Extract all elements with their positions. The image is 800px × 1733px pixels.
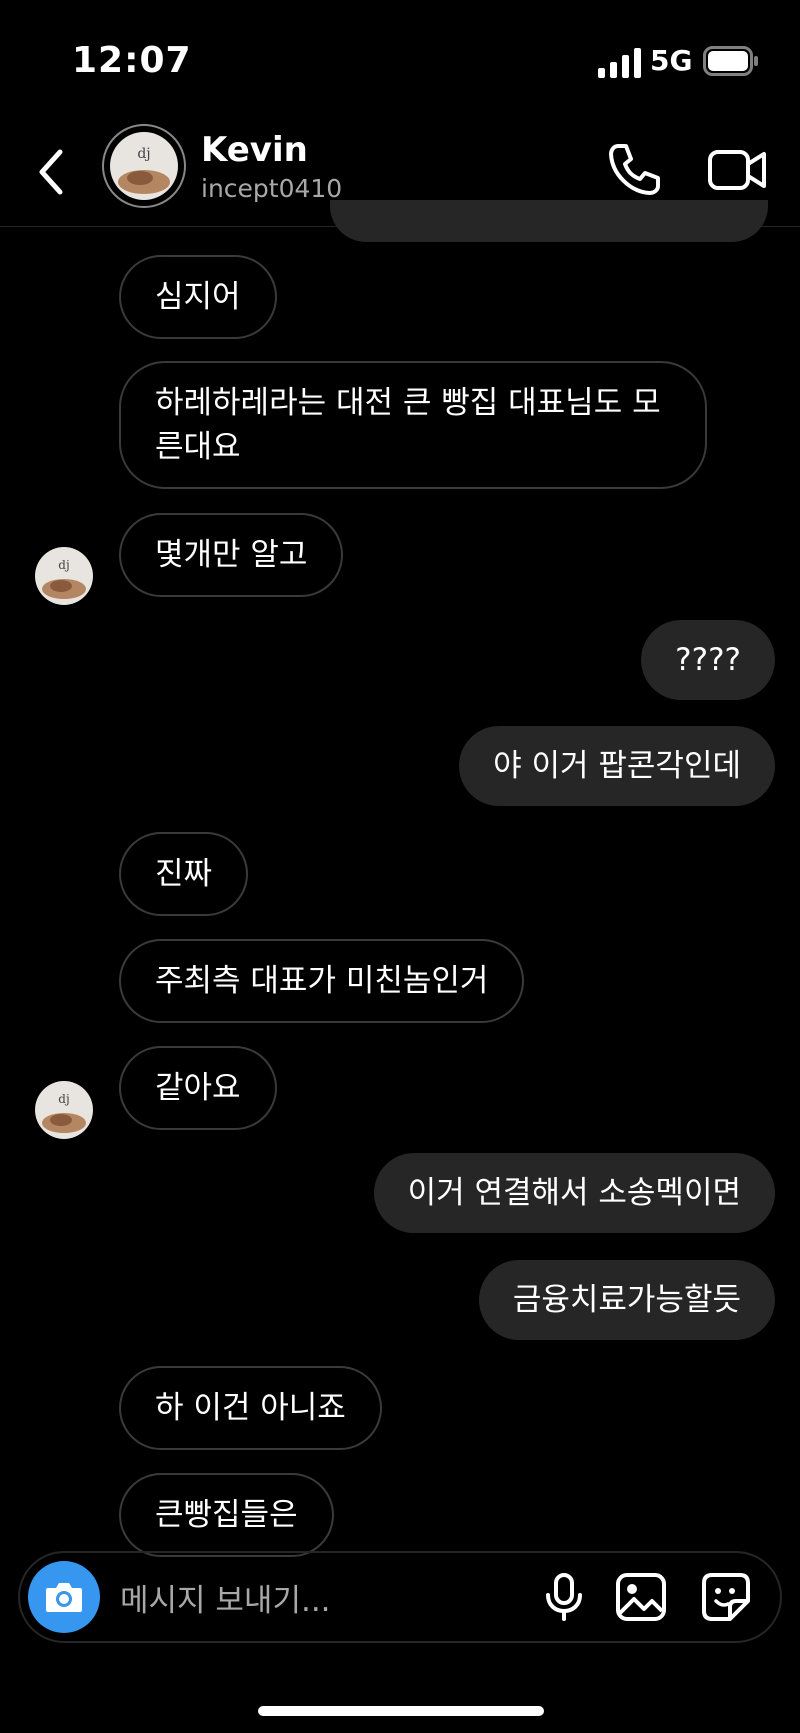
- message-outgoing[interactable]: 이거 연결해서 소송멕이면: [373, 1153, 775, 1233]
- message-incoming[interactable]: 하 이건 아니죠: [119, 1366, 382, 1450]
- sticker-icon[interactable]: [700, 1571, 752, 1623]
- message-line: 른대요: [155, 429, 241, 465]
- avatar-image: dj: [110, 132, 178, 200]
- message-incoming[interactable]: 주최측 대표가 미친놈인거: [119, 939, 525, 1023]
- message-outgoing[interactable]: 야 이거 팝콘각인데: [459, 726, 775, 806]
- svg-text:dj: dj: [58, 558, 69, 572]
- partial-message-bubble: [330, 200, 768, 242]
- message-incoming[interactable]: 진짜: [119, 832, 249, 916]
- microphone-icon[interactable]: [538, 1571, 590, 1623]
- message-outgoing[interactable]: 금융치료가능할듯: [478, 1260, 775, 1340]
- svg-text:dj: dj: [137, 146, 150, 162]
- sender-avatar[interactable]: dj: [35, 1081, 93, 1139]
- sender-avatar[interactable]: dj: [35, 547, 93, 605]
- camera-button[interactable]: [28, 1561, 100, 1633]
- message-line: 하레하레라는 대전 큰 빵집 대표님도 모: [155, 385, 661, 421]
- message-composer: 메시지 보내기...: [18, 1551, 782, 1643]
- network-label: 5G: [650, 44, 693, 77]
- status-time: 12:07: [72, 40, 192, 81]
- message-incoming[interactable]: 같아요: [119, 1046, 277, 1130]
- svg-text:dj: dj: [58, 1092, 69, 1106]
- contact-handle[interactable]: incept0410: [201, 174, 342, 203]
- image-icon[interactable]: [614, 1571, 668, 1623]
- home-indicator[interactable]: [258, 1706, 544, 1716]
- chevron-left-icon[interactable]: [28, 142, 76, 202]
- signal-icon: [598, 48, 641, 78]
- message-incoming[interactable]: 하레하레라는 대전 큰 빵집 대표님도 모 른대요: [119, 361, 707, 489]
- message-incoming[interactable]: 심지어: [119, 255, 277, 339]
- camera-icon: [46, 1583, 82, 1612]
- contact-name[interactable]: Kevin: [201, 130, 308, 170]
- video-camera-icon[interactable]: [706, 140, 768, 200]
- message-incoming[interactable]: 몇개만 알고: [119, 513, 344, 597]
- battery-icon: [703, 46, 758, 76]
- message-outgoing[interactable]: ????: [641, 620, 775, 700]
- contact-avatar[interactable]: dj: [102, 124, 186, 208]
- message-incoming[interactable]: 큰빵집들은: [119, 1473, 334, 1557]
- message-input[interactable]: 메시지 보내기...: [120, 1575, 331, 1620]
- phone-icon[interactable]: [604, 140, 664, 200]
- status-bar: 12:07 5G: [0, 0, 800, 120]
